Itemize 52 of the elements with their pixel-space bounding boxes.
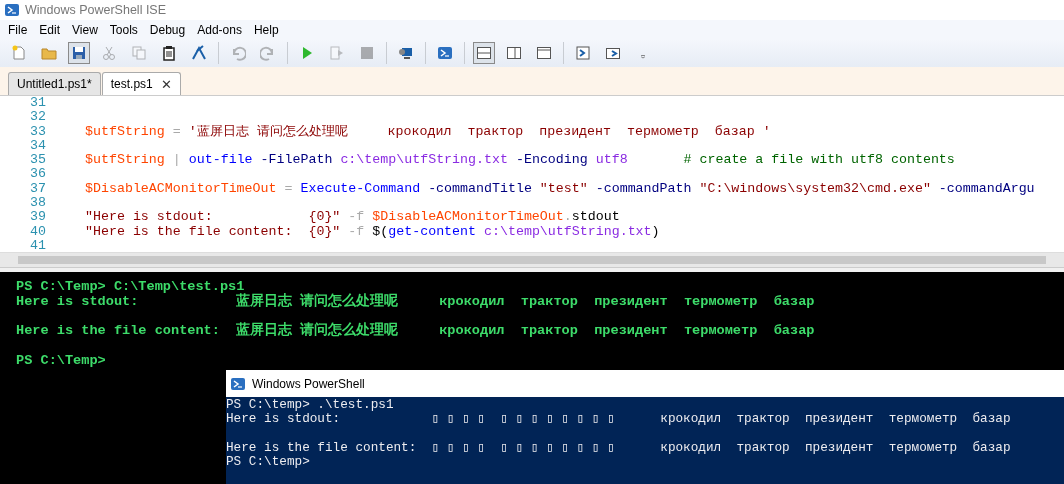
menu-item[interactable]: View [66,22,104,37]
console-line: Here is the file content: ▯ ▯ ▯ ▯ ▯ ▯ ▯ ▯ ▯ ▯ ▯ ▯ крокодил трактор президент термометр базар [226,439,1011,455]
code-line: "Here is the file content: {0}" -f $(get-content c:\temp\utfString.txt) [85,224,660,239]
clipboard-icon[interactable] [161,45,177,61]
line-number: 37 [29,181,46,197]
menu-item[interactable]: Help [247,22,285,37]
line-number: 35 [29,153,46,168]
console-line: Here is the file content: 蓝屏日志 请问怎么处理呢 крокодил трактор президент термометр базар [16,321,815,339]
console-line: Here is stdout: ▯ ▯ ▯ ▯ ▯ ▯ ▯ ▯ ▯ ▯ ▯ ▯ крокодил трактор президент термометр базар [226,412,1011,426]
code-line: "Here is stdout: {0}" -f $DisableACMonitorTimeOut.stdout [85,210,620,225]
line-number: 38 [29,196,46,211]
console-line: PS C:\Temp> [16,351,106,368]
line-number: 32 [29,110,46,125]
menu-item[interactable]: File [2,22,34,37]
console-line: PS C:\temp> .\test.ps1 [226,398,394,412]
window-title: Windows PowerShell [252,376,365,391]
code-line: $DisableACMonitorTimeOut = Execute-Command -commandTitle "test" -commandPath "C:\windows\system32\cmd.exe" -commandArgu [85,181,1035,197]
script-prompt-icon[interactable] [575,45,591,61]
console-line: Here is stdout: 蓝屏日志 请问怎么处理呢 крокодил трактор президент термометр базар [16,294,815,309]
save-icon[interactable] [71,45,87,61]
pane-prompt-icon[interactable] [605,45,621,61]
console-line: PS C:\Temp> C:\Temp\test.ps1 [16,280,245,294]
line-number: 40 [29,224,46,239]
window-icon[interactable] [536,45,552,61]
menu-item[interactable]: Edit [33,22,67,37]
code-line: $utfString | out-file -FilePath c:\temp\utfString.txt -Encoding utf8 # create a file with utf8 contents [85,153,955,168]
tab-label: test.ps1 [110,77,153,91]
horizontal-scrollbar[interactable] [0,252,1064,267]
line-number: 36 [29,167,46,182]
monitor-icon[interactable] [398,45,414,61]
menu-item[interactable]: Tools [103,22,144,37]
wedge-icon[interactable] [191,45,207,61]
console-line: PS C:\temp> [226,455,310,469]
menu-item[interactable]: Debug [143,22,192,37]
line-number: 41 [29,238,46,252]
menu-item[interactable]: Add-ons [191,22,248,37]
tab[interactable]: Untitled1.ps1* [8,72,101,95]
window-title: Windows PowerShell ISE [25,3,167,17]
new-file-icon[interactable] [11,45,27,61]
layout-right-icon[interactable] [506,45,522,61]
line-number: 34 [29,138,46,154]
close-button[interactable]: ✕ [160,76,172,92]
folder-icon[interactable] [41,45,57,61]
powershell-icon [4,2,20,18]
layout-top-icon[interactable] [476,45,492,61]
line-number: 33 [29,124,46,139]
powershell-icon[interactable] [437,45,453,61]
line-number: 39 [29,210,46,225]
powershell-icon [230,375,246,392]
tab[interactable]: test.ps1 ✕ [101,72,181,95]
tab-label: Untitled1.ps1* [17,77,92,91]
line-number: 31 [29,96,46,111]
